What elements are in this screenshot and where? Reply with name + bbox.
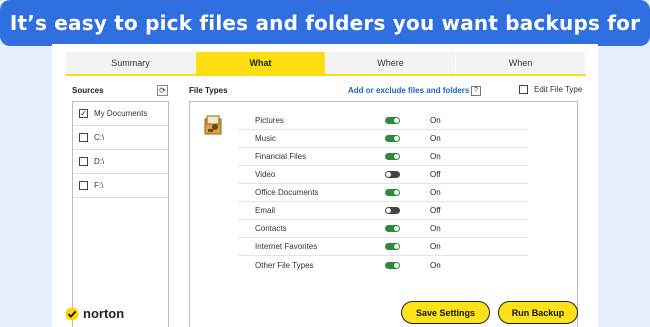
file-type-row: Music On [238,130,528,148]
file-types-panel: Pictures On Music On Financial Files On … [189,101,578,327]
checkbox-checked-icon[interactable]: ✓ [79,109,88,118]
file-type-row: Office Documents On [238,184,528,202]
backup-settings-window: Summary What Where When Sources ⟳ ✓ My D… [52,44,598,327]
file-type-label: Contacts [255,224,287,233]
toggle-state: Off [430,170,441,179]
add-exclude-link[interactable]: Add or exclude files and folders [348,86,469,95]
norton-logo: norton [65,306,124,321]
checkbox-icon[interactable] [79,133,88,142]
toggle-state: On [430,152,441,161]
file-type-label: Other File Types [255,260,314,270]
tab-underline [66,74,586,76]
sources-heading: Sources [72,86,104,95]
file-type-row: Financial Files On [238,148,528,166]
checkbox-icon[interactable] [519,85,528,94]
toggle-switch[interactable] [385,153,400,160]
checkbox-icon[interactable] [79,181,88,190]
source-c-drive[interactable]: C:\ [73,126,168,150]
source-label: D:\ [94,157,105,166]
toggle-switch[interactable] [385,189,400,196]
toggle-state: On [430,134,441,143]
toggle-switch[interactable] [385,261,400,269]
toggle-state: On [430,224,441,233]
file-type-label: Pictures [255,116,284,125]
checkbox-icon[interactable] [79,157,88,166]
toggle-state: Off [430,206,441,215]
file-type-label: Music [255,134,276,143]
file-type-row: Email Off [238,202,528,220]
toggle-state: On [430,188,441,197]
source-label: C:\ [94,133,105,142]
file-type-label: Office Documents [255,188,319,197]
edit-file-type-toggle[interactable]: Edit File Type [519,85,582,94]
file-type-label: Video [255,170,276,179]
edit-file-type-label: Edit File Type [534,85,583,94]
sources-list: ✓ My Documents C:\ D:\ F:\ [72,101,169,327]
source-label: F:\ [94,181,104,190]
file-type-list: Pictures On Music On Financial Files On … [238,112,528,274]
tab-when[interactable]: When [456,52,586,74]
run-backup-button[interactable]: Run Backup [498,301,578,324]
tab-summary[interactable]: Summary [66,52,196,74]
file-type-label: Internet Favorites [255,242,318,251]
file-type-row: Internet Favorites On [238,238,528,256]
tab-where[interactable]: Where [326,52,456,74]
norton-checkmark-icon [65,307,79,320]
file-type-label: Financial Files [255,152,307,161]
file-type-row: Contacts On [238,220,528,238]
file-type-label: Email [255,206,276,215]
file-type-row: Other File Types On [238,256,528,274]
toggle-switch[interactable] [385,135,400,142]
source-label: My Documents [94,109,148,118]
file-type-row: Pictures On [238,112,528,130]
file-types-heading: File Types [189,86,228,95]
toggle-switch[interactable] [385,117,400,124]
toggle-state: On [430,116,441,125]
source-f-drive[interactable]: F:\ [73,174,168,198]
toggle-switch[interactable] [385,243,400,250]
tab-bar: Summary What Where When [66,52,586,74]
toggle-switch[interactable] [385,207,400,214]
tab-what[interactable]: What [196,52,326,74]
toggle-switch[interactable] [385,171,400,178]
brand-name: norton [83,306,125,321]
refresh-icon[interactable]: ⟳ [157,85,168,96]
toggle-state: On [430,260,441,270]
source-d-drive[interactable]: D:\ [73,150,168,174]
file-type-row: Video Off [238,166,528,184]
headline-text: It’s easy to pick files and folders you … [9,11,641,35]
save-settings-button[interactable]: Save Settings [401,301,490,324]
source-my-documents[interactable]: ✓ My Documents [73,102,168,126]
headline-banner: It’s easy to pick files and folders you … [0,0,650,46]
toggle-switch[interactable] [385,225,400,232]
files-folder-icon [204,115,222,135]
help-icon[interactable]: ? [471,86,481,96]
toggle-state: On [430,242,441,251]
